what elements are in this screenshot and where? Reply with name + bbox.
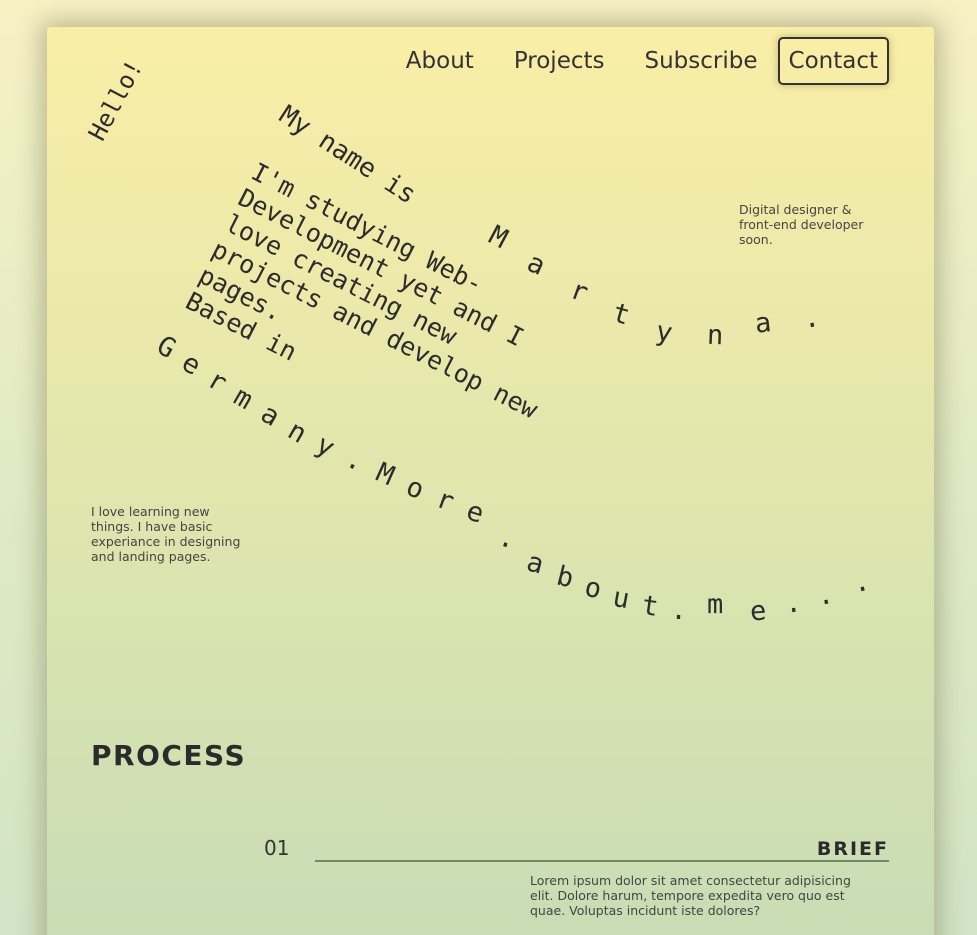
trail-letter: e — [176, 347, 206, 382]
process-heading: PROCESS — [91, 739, 247, 772]
trail-letter: . — [341, 443, 370, 478]
trail-letter: . — [849, 565, 873, 600]
name-letter: a — [753, 307, 773, 340]
main-card: About Projects Subscribe Contact Hello! … — [47, 27, 934, 935]
trail-letter: r — [202, 364, 232, 399]
step-description: Lorem ipsum dolor sit amet consectetur a… — [530, 873, 851, 918]
name-letter: r — [566, 274, 593, 309]
tagline-text: Digital designer & front-end developer s… — [739, 202, 864, 247]
top-nav: About Projects Subscribe Contact — [386, 37, 889, 85]
bio-text: I'm studying Web- Development yet and I … — [181, 157, 543, 425]
trail-letter: r — [432, 483, 459, 518]
trail-letter: o — [581, 571, 605, 606]
trail-letter: . — [669, 594, 689, 627]
name-letter: a — [522, 247, 550, 282]
trail-letter: M — [371, 457, 399, 492]
nav-contact-button[interactable]: Contact — [777, 37, 889, 85]
trail-letter: . — [814, 578, 836, 613]
trail-letter: t — [639, 590, 661, 623]
nav-subscribe-link[interactable]: Subscribe — [625, 38, 778, 84]
trail-letter: a — [255, 398, 285, 433]
trail-letter: m — [707, 589, 724, 620]
trail-letter: o — [401, 471, 429, 506]
name-letter: t — [609, 297, 634, 332]
trail-letter: b — [553, 560, 577, 595]
trail-letter: u — [610, 581, 632, 616]
step-divider — [315, 860, 889, 862]
learning-text: I love learning new things. I have basic… — [91, 504, 241, 564]
step-number: 01 — [264, 836, 290, 860]
trail-letter: G — [151, 330, 181, 365]
name-letter: . — [800, 301, 822, 336]
trail-letter: e — [462, 495, 488, 530]
name-letter: y — [653, 315, 675, 350]
trail-letter: m — [228, 381, 258, 416]
name-letter: M — [483, 219, 513, 256]
hello-text: Hello! — [83, 55, 149, 146]
nav-about-link[interactable]: About — [386, 38, 494, 84]
trail-letter: a — [523, 546, 548, 581]
trail-letter: e — [748, 595, 768, 628]
trail-letter: n — [282, 415, 312, 450]
name-letter: n — [706, 319, 724, 352]
trail-letter: . — [783, 587, 803, 620]
trail-letter: y — [310, 428, 340, 465]
nav-projects-link[interactable]: Projects — [494, 38, 625, 84]
trail-letter: . — [495, 521, 520, 556]
step-title: BRIEF — [816, 838, 889, 860]
